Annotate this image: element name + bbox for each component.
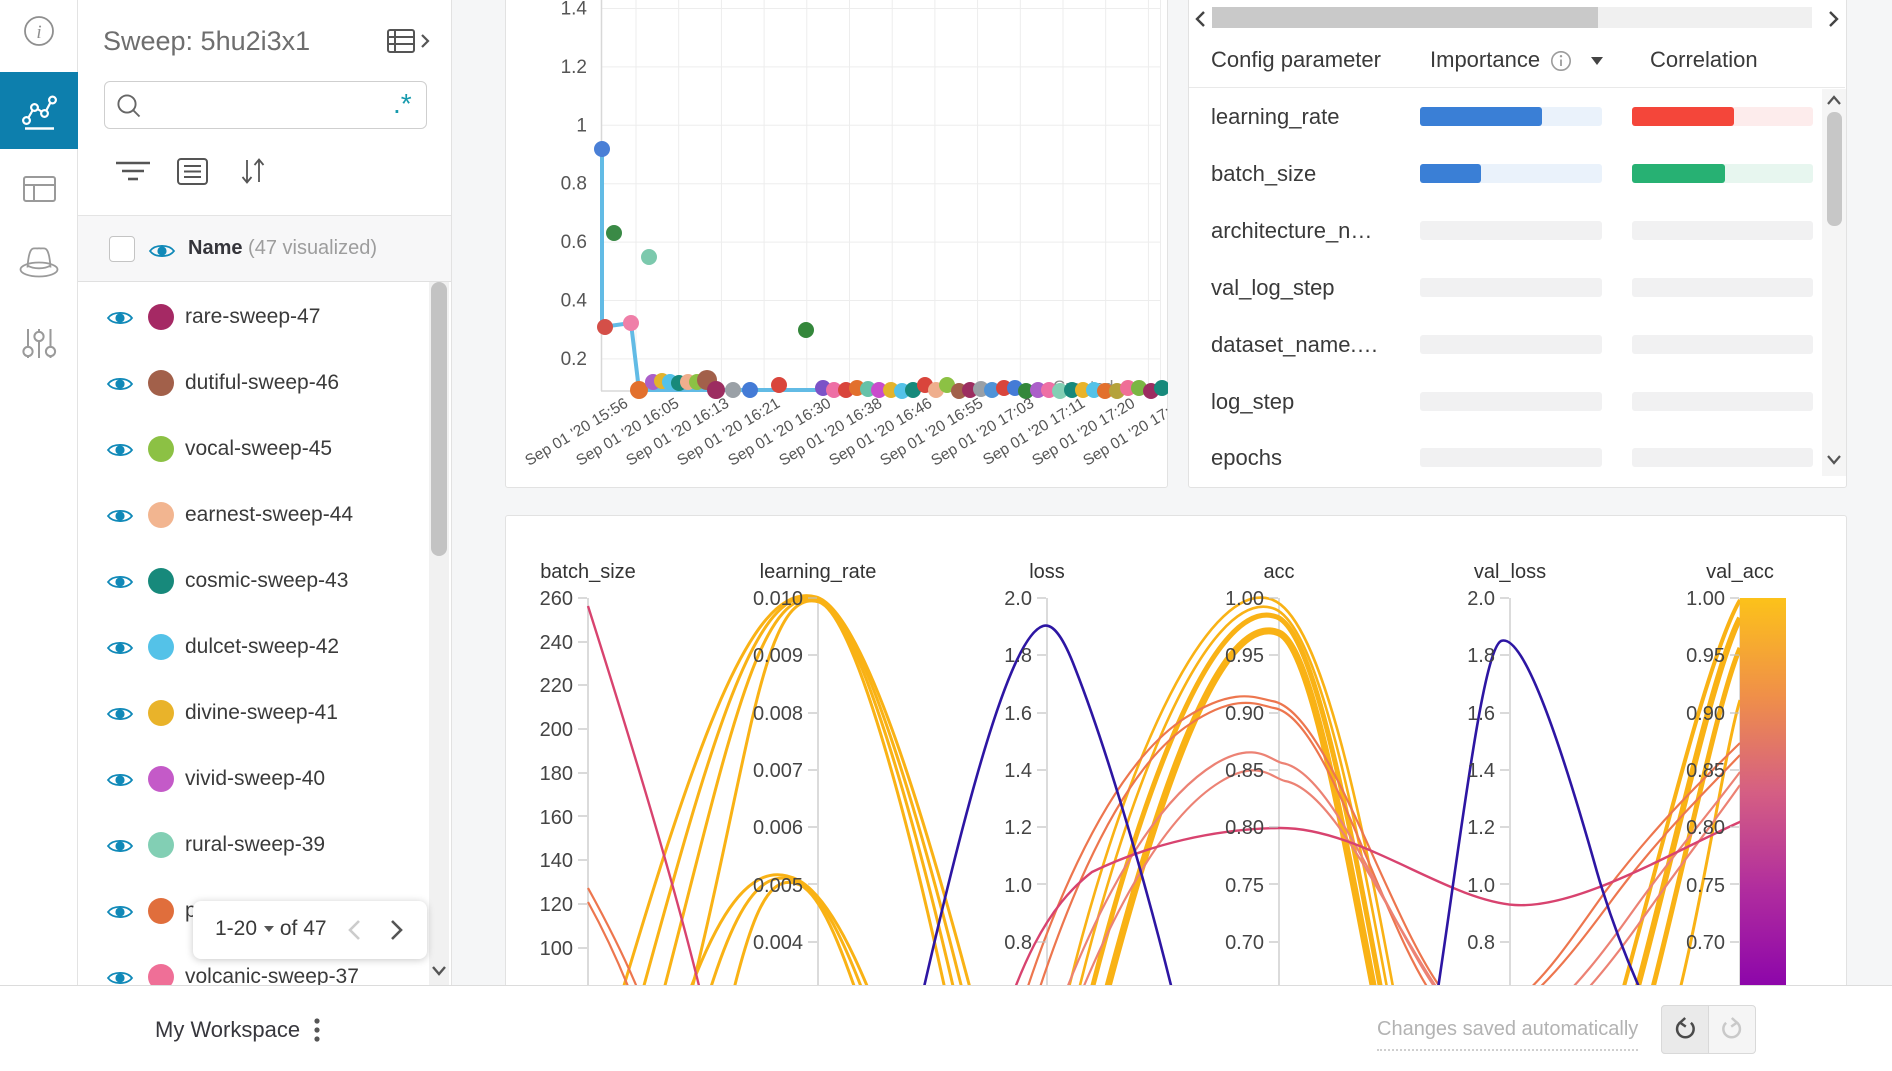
svg-text:1.6: 1.6 bbox=[1467, 703, 1495, 725]
svg-text:100: 100 bbox=[540, 938, 573, 960]
svg-text:loss: loss bbox=[1029, 561, 1065, 583]
svg-text:2.0: 2.0 bbox=[1004, 588, 1032, 610]
svg-text:1.8: 1.8 bbox=[1467, 645, 1495, 667]
svg-text:0.007: 0.007 bbox=[753, 760, 803, 782]
svg-text:1.4: 1.4 bbox=[1467, 760, 1495, 782]
svg-text:0.95: 0.95 bbox=[1686, 645, 1725, 667]
svg-text:learning_rate: learning_rate bbox=[760, 561, 877, 583]
svg-text:0.4: 0.4 bbox=[561, 291, 588, 312]
svg-text:1.00: 1.00 bbox=[1225, 588, 1264, 610]
svg-text:0.010: 0.010 bbox=[753, 588, 803, 610]
svg-text:1.4: 1.4 bbox=[561, 0, 588, 20]
svg-text:1.2: 1.2 bbox=[1004, 817, 1032, 839]
svg-text:0.95: 0.95 bbox=[1225, 645, 1264, 667]
svg-text:0.6: 0.6 bbox=[561, 232, 587, 253]
svg-text:0.008: 0.008 bbox=[753, 703, 803, 725]
svg-text:1.2: 1.2 bbox=[1467, 817, 1495, 839]
svg-text:140: 140 bbox=[540, 850, 573, 872]
svg-text:acc: acc bbox=[1263, 561, 1294, 583]
svg-text:0.8: 0.8 bbox=[1467, 932, 1495, 954]
svg-text:0.90: 0.90 bbox=[1686, 703, 1725, 725]
svg-text:0.75: 0.75 bbox=[1225, 875, 1264, 897]
svg-text:0.70: 0.70 bbox=[1225, 932, 1264, 954]
svg-text:160: 160 bbox=[540, 807, 573, 829]
svg-text:180: 180 bbox=[540, 763, 573, 785]
svg-text:200: 200 bbox=[540, 719, 573, 741]
svg-text:1: 1 bbox=[576, 115, 587, 136]
svg-text:batch_size: batch_size bbox=[540, 561, 636, 583]
svg-text:240: 240 bbox=[540, 632, 573, 654]
svg-text:0.80: 0.80 bbox=[1686, 817, 1725, 839]
svg-text:2.0: 2.0 bbox=[1467, 588, 1495, 610]
svg-text:0.006: 0.006 bbox=[753, 817, 803, 839]
svg-text:0.85: 0.85 bbox=[1225, 760, 1264, 782]
svg-text:0.004: 0.004 bbox=[753, 932, 803, 954]
svg-text:val_acc: val_acc bbox=[1706, 561, 1774, 583]
svg-text:260: 260 bbox=[540, 588, 573, 610]
svg-text:0.8: 0.8 bbox=[561, 174, 587, 195]
svg-text:0.005: 0.005 bbox=[753, 875, 803, 897]
svg-text:1.4: 1.4 bbox=[1004, 760, 1032, 782]
svg-text:1.8: 1.8 bbox=[1004, 645, 1032, 667]
svg-text:0.85: 0.85 bbox=[1686, 760, 1725, 782]
svg-text:0.70: 0.70 bbox=[1686, 932, 1725, 954]
svg-text:1.00: 1.00 bbox=[1686, 588, 1725, 610]
svg-text:0.2: 0.2 bbox=[561, 349, 587, 370]
svg-text:1.0: 1.0 bbox=[1004, 875, 1032, 897]
svg-text:0.75: 0.75 bbox=[1686, 875, 1725, 897]
svg-text:220: 220 bbox=[540, 675, 573, 697]
svg-text:120: 120 bbox=[540, 894, 573, 916]
svg-text:val_loss: val_loss bbox=[1474, 561, 1546, 583]
svg-text:1.6: 1.6 bbox=[1004, 703, 1032, 725]
svg-text:1.0: 1.0 bbox=[1467, 875, 1495, 897]
svg-text:0.009: 0.009 bbox=[753, 645, 803, 667]
svg-text:0.90: 0.90 bbox=[1225, 703, 1264, 725]
svg-text:1.2: 1.2 bbox=[561, 57, 587, 78]
svg-text:0.8: 0.8 bbox=[1004, 932, 1032, 954]
svg-text:0.80: 0.80 bbox=[1225, 817, 1264, 839]
svg-text:i: i bbox=[36, 22, 41, 43]
